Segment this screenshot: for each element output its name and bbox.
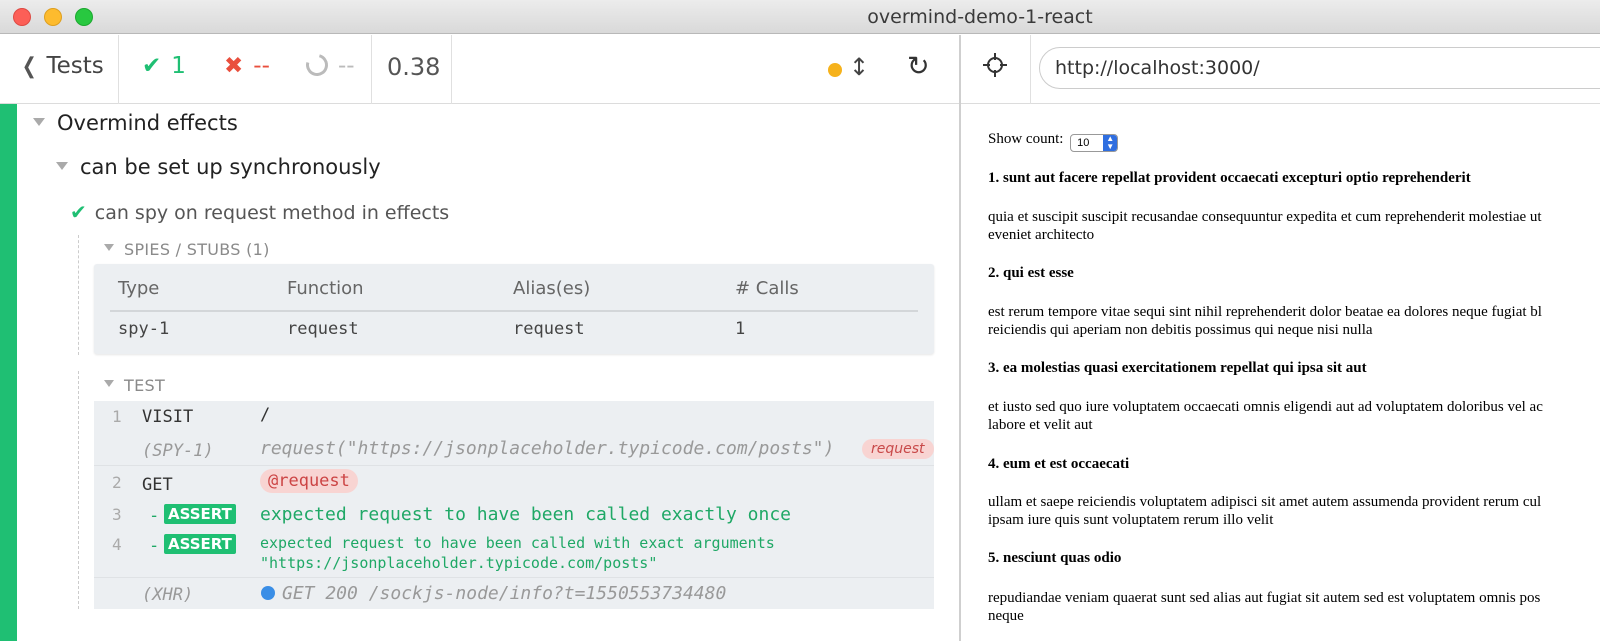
post-title: 1. sunt aut facere repellat provident oc…	[988, 170, 1471, 186]
spies-section-toggle[interactable]: SPIES / STUBS (1)	[104, 240, 270, 259]
spinner-icon	[301, 49, 333, 81]
subsuite-row[interactable]: can be set up synchronously	[56, 155, 381, 179]
assert-badge: ASSERT	[164, 534, 236, 554]
post-body: ullam et saepe reiciendis voluptatem adi…	[988, 494, 1542, 510]
test-row[interactable]: ✔ can spy on request method in effects	[70, 200, 449, 224]
post-body: neque	[988, 608, 1024, 624]
table-cell: spy-1	[118, 319, 170, 339]
post-title: 5. nesciunt quas odio	[988, 550, 1122, 566]
aut-header: http://localhost:3000/	[961, 35, 1600, 104]
caret-down-icon	[56, 162, 68, 170]
zoom-window-button[interactable]	[75, 8, 93, 26]
reporter-panel: ❮ Tests ✔ 1 ✖ -- -- 0.38 ↕ ↻ Overmind effec…	[0, 35, 959, 641]
column-header: # Calls	[735, 278, 799, 299]
column-header: Alias(es)	[513, 278, 591, 299]
window-title: overmind-demo-1-react	[867, 6, 1093, 28]
chevron-left-icon: ❮	[21, 54, 37, 79]
post-body: reiciendis qui aperiam non debitis possi…	[988, 322, 1373, 338]
window-titlebar: overmind-demo-1-react	[0, 0, 1600, 34]
post-title: 2. qui est esse	[988, 265, 1074, 281]
passed-count[interactable]: ✔ 1	[142, 53, 186, 79]
url-text: http://localhost:3000/	[1055, 57, 1260, 79]
updown-arrows-icon: ▲ ▼	[1103, 135, 1118, 151]
post-body: repudiandae veniam quaerat sunt sed alia…	[988, 590, 1541, 606]
post-body: quia et suscipit suscipit recusandae con…	[988, 209, 1542, 225]
caret-down-icon	[33, 118, 45, 126]
column-header: Type	[118, 278, 160, 299]
test-section-toggle[interactable]: TEST	[104, 376, 165, 395]
post-body: est rerum tempore vitae sequi sint nihil…	[988, 304, 1542, 320]
post-body: et iusto sed quo iure voluptatem occaeca…	[988, 399, 1543, 415]
show-count-label: Show count:	[988, 131, 1064, 147]
selector-playground-icon[interactable]	[983, 53, 1007, 77]
alias-badge: request	[862, 439, 934, 459]
suite-row[interactable]: Overmind effects	[33, 111, 238, 135]
assert-badge: ASSERT	[164, 504, 236, 524]
spies-table: Type Function Alias(es) # Calls spy-1 re…	[94, 264, 934, 354]
xhr-status-dot-icon	[261, 586, 275, 600]
minimize-window-button[interactable]	[44, 8, 62, 26]
test-status-bar	[0, 104, 17, 641]
command-log: 1 VISIT / (SPY-1) request("https://jsonp…	[94, 401, 934, 609]
table-cell: request	[287, 319, 359, 339]
tests-back-button[interactable]: ❮ Tests	[20, 53, 104, 79]
post-body: eveniet architecto	[988, 227, 1095, 243]
post-body: labore et velit aut	[988, 417, 1093, 433]
table-cell: 1	[735, 319, 746, 339]
url-bar[interactable]: http://localhost:3000/	[1039, 47, 1600, 89]
show-count-row: Show count: 10 ▲ ▼	[988, 131, 1119, 152]
post-title: 3. ea molestias quasi exercitationem rep…	[988, 360, 1367, 376]
check-icon: ✔	[142, 53, 162, 79]
check-icon: ✔	[70, 200, 87, 224]
rerun-icon[interactable]: ↻	[907, 51, 930, 82]
post-title: 4. eum et est occaecati	[988, 456, 1130, 472]
alias-pill: @request	[260, 469, 358, 493]
column-header: Function	[287, 278, 364, 299]
caret-down-icon	[104, 380, 114, 387]
autoscroll-toggle-icon[interactable]: ↕	[849, 53, 869, 81]
close-window-button[interactable]	[13, 8, 31, 26]
post-body: ipsam iure quis sunt voluptatem rerum il…	[988, 512, 1274, 528]
panel-resize-handle[interactable]	[959, 35, 961, 641]
app-preview: Show count: 10 ▲ ▼ 1. sunt aut facere repe…	[962, 105, 1600, 641]
x-icon: ✖	[224, 53, 244, 79]
status-dot-icon[interactable]	[828, 63, 842, 77]
caret-down-icon	[104, 244, 114, 251]
duration: 0.38	[387, 53, 441, 81]
failed-count[interactable]: ✖ --	[224, 53, 270, 79]
show-count-select[interactable]: 10 ▲ ▼	[1070, 134, 1119, 152]
pending-count[interactable]: --	[301, 49, 355, 81]
tests-label: Tests	[46, 53, 104, 79]
table-cell: request	[513, 319, 585, 339]
reporter-header: ❮ Tests ✔ 1 ✖ -- -- 0.38 ↕ ↻	[0, 35, 959, 104]
